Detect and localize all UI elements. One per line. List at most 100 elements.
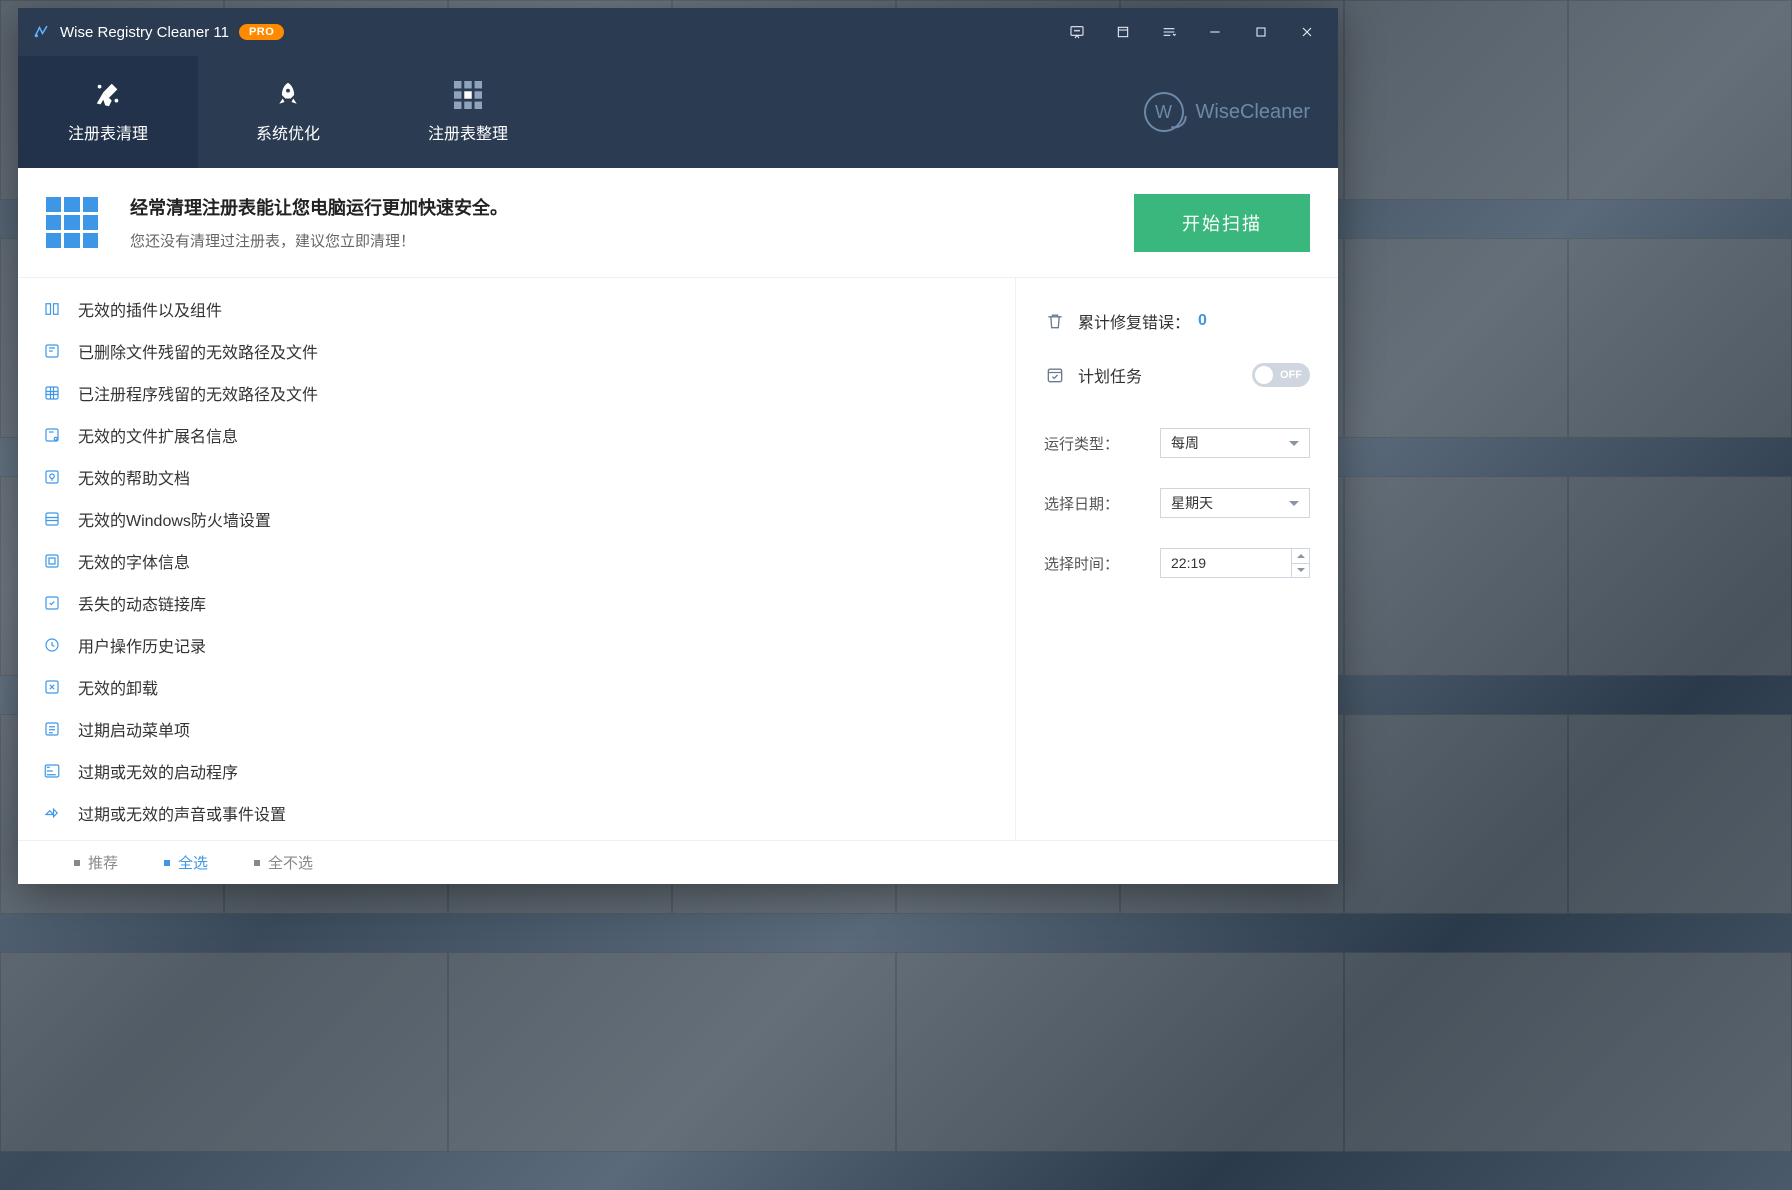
field-label: 选择时间： xyxy=(1044,553,1119,574)
category-icon xyxy=(42,719,62,739)
calendar-check-icon xyxy=(1044,364,1066,386)
footer-link-select-none[interactable]: 全不选 xyxy=(254,852,313,873)
item-label: 过期启动菜单项 xyxy=(78,717,190,741)
item-label: 无效的卸载 xyxy=(78,675,158,699)
category-icon xyxy=(42,299,62,319)
main-nav: 注册表清理 系统优化 注册表整理 W WiseCleaner xyxy=(18,56,1338,168)
list-item[interactable]: 过期或无效的启动程序 xyxy=(18,750,1015,792)
registry-cubes-icon xyxy=(46,197,98,249)
maximize-icon[interactable] xyxy=(1238,8,1284,56)
rocket-icon xyxy=(273,80,303,110)
category-icon xyxy=(42,803,62,823)
banner-text: 经常清理注册表能让您电脑运行更加快速安全。 您还没有清理过注册表，建议您立即清理… xyxy=(130,194,508,251)
field-label: 运行类型： xyxy=(1044,433,1119,454)
brand: W WiseCleaner xyxy=(1144,92,1310,132)
tab-registry-clean[interactable]: 注册表清理 xyxy=(18,56,198,168)
list-item[interactable]: 过期或无效的声音或事件设置 xyxy=(18,792,1015,834)
brand-letter: W xyxy=(1155,102,1172,123)
schedule-toggle[interactable]: OFF xyxy=(1252,363,1310,387)
list-item[interactable]: 用户操作历史记录 xyxy=(18,624,1015,666)
list-item[interactable]: 无效的Windows防火墙设置 xyxy=(18,498,1015,540)
menu-icon[interactable] xyxy=(1146,8,1192,56)
item-label: 无效的字体信息 xyxy=(78,549,190,573)
tab-label: 系统优化 xyxy=(256,120,320,144)
stat-fixed-errors: 累计修复错误： 0 xyxy=(1044,298,1310,344)
list-item[interactable]: 无效的文件扩展名信息 xyxy=(18,414,1015,456)
select-time-spinner[interactable]: 22:19 xyxy=(1160,548,1310,578)
list-item[interactable]: 无效的帮助文档 xyxy=(18,456,1015,498)
item-label: 已删除文件残留的无效路径及文件 xyxy=(78,339,318,363)
category-icon xyxy=(42,677,62,697)
category-icon xyxy=(42,761,62,781)
stat-value: 0 xyxy=(1198,312,1207,330)
tab-label: 注册表清理 xyxy=(68,120,148,144)
footer-link-label: 全选 xyxy=(178,852,208,873)
item-label: 已注册程序残留的无效路径及文件 xyxy=(78,381,318,405)
skin-icon[interactable] xyxy=(1100,8,1146,56)
item-label: 过期或无效的启动程序 xyxy=(78,759,238,783)
item-label: 无效的文件扩展名信息 xyxy=(78,423,238,447)
tab-registry-defrag[interactable]: 注册表整理 xyxy=(378,56,558,168)
dropdown-value: 每周 xyxy=(1171,433,1199,453)
feedback-icon[interactable] xyxy=(1054,8,1100,56)
brand-logo-icon: W xyxy=(1144,92,1184,132)
select-date-dropdown[interactable]: 星期天 xyxy=(1160,488,1310,518)
stat-label: 累计修复错误： xyxy=(1078,309,1190,333)
banner-subline: 您还没有清理过注册表，建议您立即清理！ xyxy=(130,230,508,251)
grid-icon xyxy=(453,80,483,110)
app-title: Wise Registry Cleaner 11 xyxy=(60,24,229,41)
item-label: 无效的帮助文档 xyxy=(78,465,190,489)
schedule-row: 计划任务 OFF xyxy=(1044,352,1310,398)
toggle-text: OFF xyxy=(1280,369,1302,381)
list-item[interactable]: 无效的卸载 xyxy=(18,666,1015,708)
footer-selection-bar: 推荐 全选 全不选 xyxy=(18,840,1338,884)
footer-link-label: 全不选 xyxy=(268,852,313,873)
list-item[interactable]: 过期启动菜单项 xyxy=(18,708,1015,750)
start-scan-button[interactable]: 开始扫描 xyxy=(1134,194,1310,252)
footer-link-label: 推荐 xyxy=(88,852,118,873)
brand-text: WiseCleaner xyxy=(1196,101,1310,124)
spinner-value: 22:19 xyxy=(1171,555,1206,571)
main-body: 无效的插件以及组件已删除文件残留的无效路径及文件已注册程序残留的无效路径及文件无… xyxy=(18,278,1338,840)
tab-system-tuneup[interactable]: 系统优化 xyxy=(198,56,378,168)
field-select-time: 选择时间： 22:19 xyxy=(1044,548,1310,578)
app-window: Wise Registry Cleaner 11 PRO xyxy=(18,8,1338,884)
field-select-date: 选择日期： 星期天 xyxy=(1044,488,1310,518)
category-icon xyxy=(42,593,62,613)
category-icon xyxy=(42,467,62,487)
field-run-type: 运行类型： 每周 xyxy=(1044,428,1310,458)
list-item[interactable]: 已删除文件残留的无效路径及文件 xyxy=(18,330,1015,372)
titlebar: Wise Registry Cleaner 11 PRO xyxy=(18,8,1338,56)
item-label: 无效的插件以及组件 xyxy=(78,297,222,321)
field-label: 选择日期： xyxy=(1044,493,1119,514)
list-item[interactable]: 丢失的动态链接库 xyxy=(18,582,1015,624)
category-icon xyxy=(42,383,62,403)
close-icon[interactable] xyxy=(1284,8,1330,56)
run-type-dropdown[interactable]: 每周 xyxy=(1160,428,1310,458)
spinner-buttons[interactable] xyxy=(1291,549,1309,577)
item-label: 用户操作历史记录 xyxy=(78,633,206,657)
app-logo-icon xyxy=(32,23,50,41)
footer-link-select-all[interactable]: 全选 xyxy=(164,852,208,873)
scan-banner: 经常清理注册表能让您电脑运行更加快速安全。 您还没有清理过注册表，建议您立即清理… xyxy=(18,168,1338,278)
item-label: 无效的Windows防火墙设置 xyxy=(78,507,271,531)
category-icon xyxy=(42,341,62,361)
titlebar-controls xyxy=(1054,8,1330,56)
category-icon xyxy=(42,425,62,445)
pro-badge: PRO xyxy=(239,24,284,40)
broom-icon xyxy=(93,80,123,110)
footer-link-recommend[interactable]: 推荐 xyxy=(74,852,118,873)
item-label: 丢失的动态链接库 xyxy=(78,591,206,615)
list-item[interactable]: 无效的字体信息 xyxy=(18,540,1015,582)
category-icon xyxy=(42,551,62,571)
schedule-label: 计划任务 xyxy=(1078,363,1142,387)
list-item[interactable]: 已注册程序残留的无效路径及文件 xyxy=(18,372,1015,414)
banner-headline: 经常清理注册表能让您电脑运行更加快速安全。 xyxy=(130,194,508,220)
trash-icon xyxy=(1044,310,1066,332)
minimize-icon[interactable] xyxy=(1192,8,1238,56)
category-icon xyxy=(42,509,62,529)
registry-category-list[interactable]: 无效的插件以及组件已删除文件残留的无效路径及文件已注册程序残留的无效路径及文件无… xyxy=(18,278,1016,840)
tab-label: 注册表整理 xyxy=(428,120,508,144)
dropdown-value: 星期天 xyxy=(1171,493,1213,513)
list-item[interactable]: 无效的插件以及组件 xyxy=(18,288,1015,330)
